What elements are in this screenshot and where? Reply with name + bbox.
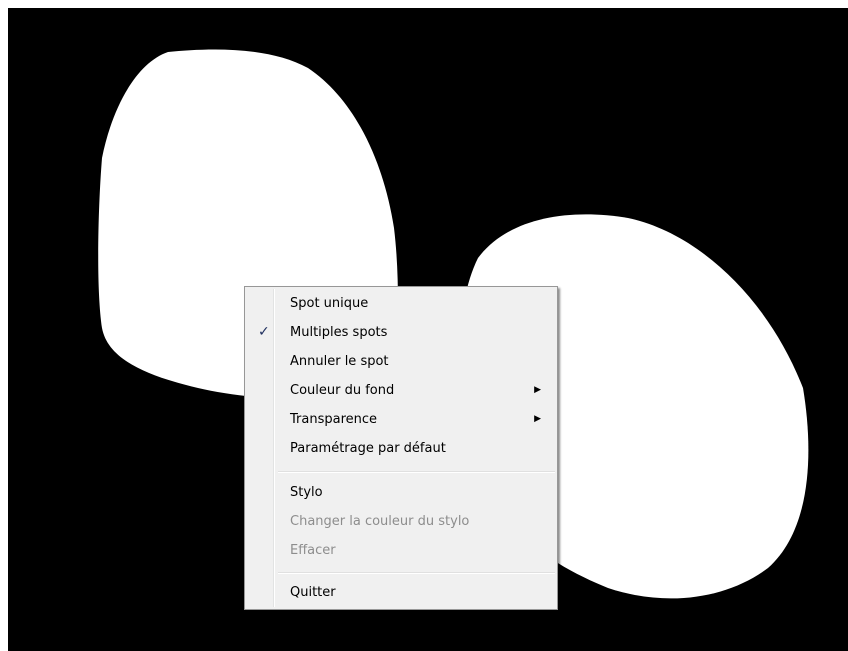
menu-item-label: Couleur du fond bbox=[290, 383, 395, 398]
menu-item-label: Spot unique bbox=[290, 296, 369, 311]
menu-item-couleur-fond[interactable]: Couleur du fond ▶ bbox=[247, 376, 555, 405]
menu-item-transparence[interactable]: Transparence ▶ bbox=[247, 405, 555, 434]
menu-item-label: Quitter bbox=[290, 585, 336, 600]
spot-overlay-canvas[interactable]: Spot unique ✓ Multiples spots Annuler le… bbox=[8, 8, 848, 651]
menu-item-label: Transparence bbox=[290, 412, 378, 427]
menu-item-label: Multiples spots bbox=[290, 325, 388, 340]
menu-item-parametrage-defaut[interactable]: Paramétrage par défaut bbox=[247, 434, 555, 463]
menu-item-effacer[interactable]: Effacer bbox=[247, 536, 555, 565]
menu-item-label: Annuler le spot bbox=[290, 354, 389, 369]
context-menu: Spot unique ✓ Multiples spots Annuler le… bbox=[244, 286, 558, 610]
checkmark-icon: ✓ bbox=[258, 324, 270, 340]
menu-item-multiples-spots[interactable]: ✓ Multiples spots bbox=[247, 318, 555, 347]
menu-separator bbox=[278, 471, 555, 473]
menu-separator bbox=[278, 572, 555, 574]
menu-item-changer-couleur-stylo[interactable]: Changer la couleur du stylo bbox=[247, 507, 555, 536]
menu-item-label: Paramétrage par défaut bbox=[290, 441, 446, 456]
menu-item-label: Stylo bbox=[290, 485, 323, 500]
menu-item-label: Effacer bbox=[290, 543, 336, 558]
submenu-arrow-icon: ▶ bbox=[534, 414, 541, 424]
menu-item-annuler-spot[interactable]: Annuler le spot bbox=[247, 347, 555, 376]
menu-item-stylo[interactable]: Stylo bbox=[247, 478, 555, 507]
menu-item-quitter[interactable]: Quitter bbox=[247, 578, 555, 607]
menu-item-label: Changer la couleur du stylo bbox=[290, 514, 470, 529]
submenu-arrow-icon: ▶ bbox=[534, 385, 541, 395]
menu-item-spot-unique[interactable]: Spot unique bbox=[247, 289, 555, 318]
